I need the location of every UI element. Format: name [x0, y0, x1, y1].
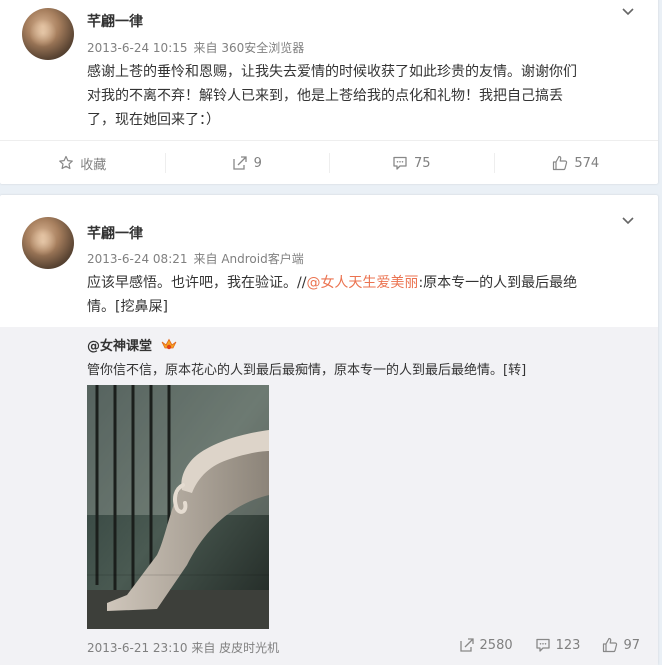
- username[interactable]: 芊翩一律: [87, 11, 143, 31]
- post-text-line: 对我的不离不弃！解铃人已来到，他是上苍给我的点化和礼物！我把自己搞丢: [87, 88, 563, 104]
- post-text: 应该早感悟。也许吧，我在验证。//@女人天生爱美丽:原本专一的人到最后最绝 情。…: [87, 271, 647, 319]
- post-text-line: 了，现在她回来了：）: [87, 112, 220, 128]
- avatar[interactable]: [22, 217, 74, 269]
- repost-share-button[interactable]: 2580: [459, 637, 513, 653]
- comment-icon: [393, 156, 407, 170]
- repost-button[interactable]: 9: [164, 141, 330, 185]
- username[interactable]: 芊翩一律: [87, 223, 143, 243]
- repost-action-bar: 2580 123 97: [459, 637, 640, 653]
- action-bar: 收藏 9 75 574: [0, 140, 658, 185]
- share-icon: [232, 156, 247, 170]
- post-text-segment: 应该早感悟。也许吧，我在验证。//: [87, 275, 307, 291]
- repost-comment-button[interactable]: 123: [535, 637, 581, 653]
- repost-box: @女神课堂 管你信不信，原本花心的人到最后最痴情，原本专一的人到最后最绝情。[转…: [0, 327, 658, 665]
- repost-photo[interactable]: [87, 385, 269, 629]
- vip-badge-icon[interactable]: [161, 338, 177, 352]
- thumbs-up-icon: [603, 637, 618, 653]
- share-icon: [459, 638, 474, 652]
- post-meta: 2013-6-24 08:21 来自 Android客户端: [87, 250, 310, 267]
- post-text: 感谢上苍的垂怜和恩赐，让我失去爱情的时候收获了如此珍贵的友情。谢谢你们 对我的不…: [87, 60, 647, 132]
- repost-count: 9: [253, 155, 262, 171]
- repost-source[interactable]: 来自 皮皮时光机: [191, 641, 279, 655]
- repost-time[interactable]: 2013-6-21 23:10: [87, 641, 188, 655]
- post-text-line: 感谢上苍的垂怜和恩赐，让我失去爱情的时候收获了如此珍贵的友情。谢谢你们: [87, 64, 577, 80]
- mention-link[interactable]: @女人天生爱美丽: [306, 275, 418, 291]
- like-count: 574: [574, 155, 600, 171]
- comment-icon: [535, 638, 550, 652]
- like-button[interactable]: 574: [493, 141, 659, 185]
- repost-like-count: 97: [623, 637, 640, 653]
- post-text-line: 应该早感悟。也许吧，我在验证。//@女人天生爱美丽:原本专一的人到最后最绝: [87, 271, 647, 295]
- post-time[interactable]: 2013-6-24 08:21: [87, 252, 188, 266]
- star-icon: [59, 155, 74, 170]
- favorite-button[interactable]: 收藏: [0, 141, 165, 185]
- post-source[interactable]: 来自 Android客户端: [194, 252, 304, 266]
- repost-meta: 2013-6-21 23:10 来自 皮皮时光机: [87, 639, 279, 656]
- avatar[interactable]: [22, 8, 74, 60]
- post-text-segment: :原本专一的人到最后最绝: [418, 275, 578, 291]
- repost-author: @女神课堂: [87, 335, 177, 354]
- repost-share-count: 2580: [479, 637, 513, 653]
- repost-text: 管你信不信，原本花心的人到最后最痴情，原本专一的人到最后最绝情。[转]: [87, 363, 527, 378]
- repost-like-button[interactable]: 97: [602, 637, 640, 653]
- repost-comment-count: 123: [555, 637, 581, 653]
- post-meta: 2013-6-24 10:15 来自 360安全浏览器: [87, 39, 310, 56]
- post-time[interactable]: 2013-6-24 10:15: [87, 41, 188, 55]
- thumbs-up-icon: [553, 155, 568, 171]
- chevron-down-icon[interactable]: [622, 6, 634, 18]
- feed-card-2: 芊翩一律 2013-6-24 08:21 来自 Android客户端 应该早感悟。…: [0, 195, 658, 665]
- comment-button[interactable]: 75: [329, 141, 494, 185]
- comment-count: 75: [413, 155, 431, 171]
- post-text-line: 情。[挖鼻屎]: [87, 299, 168, 315]
- feed-card-1: 芊翩一律 2013-6-24 10:15 来自 360安全浏览器 感谢上苍的垂怜和…: [0, 0, 658, 184]
- post-source[interactable]: 来自 360安全浏览器: [194, 41, 305, 55]
- chevron-down-icon[interactable]: [622, 215, 634, 227]
- repost-author-name[interactable]: @女神课堂: [87, 339, 152, 354]
- favorite-label: 收藏: [80, 157, 107, 173]
